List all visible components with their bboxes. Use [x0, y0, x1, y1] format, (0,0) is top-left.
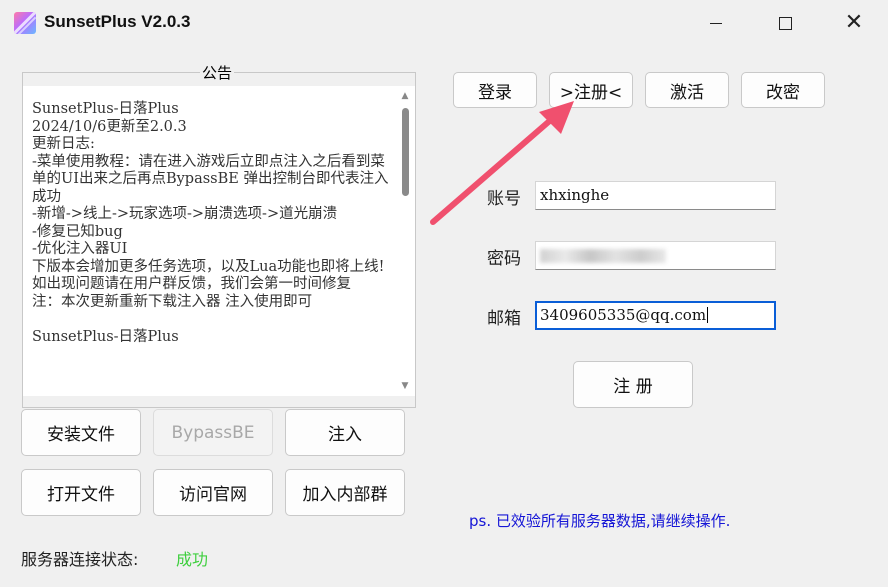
email-label: 邮箱 — [487, 309, 521, 329]
email-input[interactable]: 3409605335@qq.com — [535, 301, 776, 330]
notice-scrollbar[interactable]: ▲ ▼ — [395, 86, 415, 396]
account-input[interactable]: xhxinghe — [535, 181, 776, 210]
email-value: 3409605335@qq.com — [540, 306, 707, 324]
ps-message: ps. 已效验所有服务器数据,请继续操作. — [469, 512, 731, 530]
maximize-icon — [778, 16, 792, 30]
server-status-label: 服务器连接状态: — [21, 550, 139, 569]
install-file-button[interactable]: 安装文件 — [21, 409, 141, 456]
scroll-up-icon[interactable]: ▲ — [399, 90, 411, 102]
minimize-button[interactable] — [682, 0, 750, 46]
notice-label: 公告 — [200, 62, 235, 83]
server-status-value: 成功 — [176, 550, 209, 569]
account-label: 账号 — [487, 189, 521, 209]
notice-text: SunsetPlus-日落Plus 2024/10/6更新至2.0.3 更新日志… — [32, 101, 389, 345]
scroll-down-icon[interactable]: ▼ — [399, 380, 411, 392]
scroll-thumb[interactable] — [402, 108, 409, 196]
notice-textbox[interactable]: SunsetPlus-日落Plus 2024/10/6更新至2.0.3 更新日志… — [23, 86, 415, 396]
tab-activate[interactable]: 激活 — [645, 72, 729, 108]
minimize-icon — [710, 22, 722, 24]
open-file-button[interactable]: 打开文件 — [21, 469, 141, 516]
join-group-button[interactable]: 加入内部群 — [285, 469, 405, 516]
bypass-be-button[interactable]: BypassBE — [153, 409, 273, 456]
window-title: SunsetPlus V2.0.3 — [44, 12, 191, 31]
title-bar: SunsetPlus V2.0.3 ✕ — [0, 0, 888, 48]
password-input[interactable] — [535, 241, 776, 270]
close-button[interactable]: ✕ — [820, 0, 888, 46]
inject-button[interactable]: 注入 — [285, 409, 405, 456]
tab-login[interactable]: 登录 — [453, 72, 537, 108]
visit-website-button[interactable]: 访问官网 — [153, 469, 273, 516]
password-masked-value — [540, 249, 666, 263]
register-submit-button[interactable]: 注 册 — [573, 361, 693, 408]
password-label: 密码 — [487, 249, 521, 269]
tab-register[interactable]: >注册< — [549, 72, 633, 108]
app-logo-icon — [14, 12, 36, 34]
close-icon: ✕ — [844, 10, 864, 35]
text-caret — [707, 307, 709, 323]
maximize-button[interactable] — [751, 0, 819, 46]
tab-change-password[interactable]: 改密 — [741, 72, 825, 108]
